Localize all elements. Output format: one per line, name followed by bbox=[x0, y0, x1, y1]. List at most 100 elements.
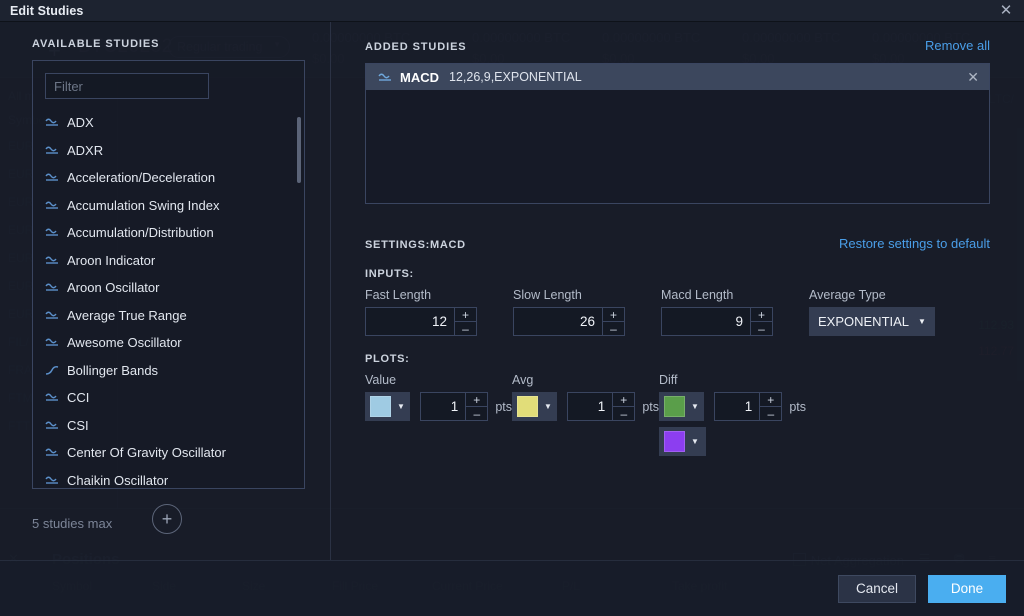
settings-title: SETTINGS:MACD bbox=[365, 239, 466, 251]
plot-diff-color-button[interactable]: ▼ bbox=[659, 392, 704, 421]
study-list-item[interactable]: CCI bbox=[45, 384, 304, 412]
added-study-row[interactable]: MACD 12,26,9,EXPONENTIAL ✕ bbox=[366, 64, 989, 90]
studies-max-note: 5 studies max bbox=[32, 516, 112, 531]
plot-value: Value ▼ 1 + – pts bbox=[365, 373, 512, 421]
close-icon[interactable]: ✕ bbox=[996, 1, 1016, 21]
available-studies-label: AVAILABLE STUDIES bbox=[32, 38, 330, 50]
slow-length-label: Slow Length bbox=[513, 288, 661, 302]
plot-avg-width-buttons: + – bbox=[612, 393, 634, 420]
wave-icon bbox=[45, 255, 67, 266]
cancel-button[interactable]: Cancel bbox=[838, 575, 916, 603]
plot-value-label: Value bbox=[365, 373, 512, 387]
wave-icon bbox=[45, 172, 67, 183]
study-list-item[interactable]: Aroon Indicator bbox=[45, 247, 304, 275]
plots-row: Value ▼ 1 + – pts bbox=[365, 373, 990, 456]
inputs-label: INPUTS: bbox=[365, 268, 990, 280]
fast-length-value[interactable]: 12 bbox=[366, 308, 454, 335]
plot-value-width-increment[interactable]: + bbox=[466, 393, 487, 407]
plot-diff-controls: ▼ 1 + – pts bbox=[659, 392, 806, 421]
plot-avg-width-stepper[interactable]: 1 + – bbox=[567, 392, 635, 421]
added-study-params: 12,26,9,EXPONENTIAL bbox=[449, 70, 582, 84]
plot-diff: Diff ▼ 1 + – pts bbox=[659, 373, 806, 456]
plot-diff-width-increment[interactable]: + bbox=[760, 393, 781, 407]
study-list-item[interactable]: Accumulation/Distribution bbox=[45, 219, 304, 247]
fast-length-decrement[interactable]: – bbox=[455, 322, 476, 335]
plot-diff-width[interactable]: 1 bbox=[715, 393, 759, 420]
dialog-footer: Cancel Done bbox=[0, 560, 1024, 616]
settings-header: SETTINGS:MACD Restore settings to defaul… bbox=[365, 236, 990, 251]
plot-value-width-stepper[interactable]: 1 + – bbox=[420, 392, 488, 421]
input-average-type: Average Type EXPONENTIAL ▼ bbox=[809, 288, 957, 336]
study-list-item[interactable]: Accumulation Swing Index bbox=[45, 192, 304, 220]
plot-avg-width-decrement[interactable]: – bbox=[613, 407, 634, 420]
plot-value-width-buttons: + – bbox=[465, 393, 487, 420]
study-list-item[interactable]: ADX bbox=[45, 109, 304, 137]
study-list-item[interactable]: Chaikin Oscillator bbox=[45, 467, 304, 489]
macd-length-decrement[interactable]: – bbox=[751, 322, 772, 335]
plot-diff-label: Diff bbox=[659, 373, 806, 387]
added-studies-box: MACD 12,26,9,EXPONENTIAL ✕ bbox=[365, 63, 990, 204]
chevron-down-icon: ▼ bbox=[691, 402, 699, 411]
plot-avg-color-button[interactable]: ▼ bbox=[512, 392, 557, 421]
added-studies-header: ADDED STUDIES Remove all bbox=[365, 38, 990, 53]
average-type-label: Average Type bbox=[809, 288, 957, 302]
remove-study-icon[interactable]: ✕ bbox=[967, 69, 979, 86]
slow-length-stepper[interactable]: 26 + – bbox=[513, 307, 625, 336]
studies-scrollbar-thumb[interactable] bbox=[297, 117, 301, 183]
restore-defaults-button[interactable]: Restore settings to default bbox=[839, 236, 990, 251]
study-list-item[interactable]: ADXR bbox=[45, 137, 304, 165]
filter-input[interactable] bbox=[45, 73, 209, 99]
slow-length-value[interactable]: 26 bbox=[514, 308, 602, 335]
plot-diff-width-decrement[interactable]: – bbox=[760, 407, 781, 420]
plot-diff-units: pts bbox=[789, 400, 806, 414]
chevron-down-icon: ▼ bbox=[691, 437, 699, 446]
plot-avg-width[interactable]: 1 bbox=[568, 393, 612, 420]
study-list-item[interactable]: Aroon Oscillator bbox=[45, 274, 304, 302]
slow-length-increment[interactable]: + bbox=[603, 308, 624, 322]
plot-value-color-button[interactable]: ▼ bbox=[365, 392, 410, 421]
plot-value-width-decrement[interactable]: – bbox=[466, 407, 487, 420]
study-list-item[interactable]: Bollinger Bands bbox=[45, 357, 304, 385]
done-button[interactable]: Done bbox=[928, 575, 1006, 603]
add-study-button[interactable]: + bbox=[152, 504, 182, 534]
average-type-select[interactable]: EXPONENTIAL ▼ bbox=[809, 307, 935, 336]
plot-value-swatch bbox=[370, 396, 391, 417]
fast-length-stepper[interactable]: 12 + – bbox=[365, 307, 477, 336]
plot-diff-secondary-color-button[interactable]: ▼ bbox=[659, 427, 706, 456]
macd-length-stepper[interactable]: 9 + – bbox=[661, 307, 773, 336]
plot-value-width[interactable]: 1 bbox=[421, 393, 465, 420]
plots-label: PLOTS: bbox=[365, 353, 990, 365]
macd-length-increment[interactable]: + bbox=[751, 308, 772, 322]
study-list-item[interactable]: CSI bbox=[45, 412, 304, 440]
study-list-item-label: Awesome Oscillator bbox=[67, 335, 182, 350]
wave-icon bbox=[45, 392, 67, 403]
plot-avg-controls: ▼ 1 + – pts bbox=[512, 392, 659, 421]
study-list-item[interactable]: Acceleration/Deceleration bbox=[45, 164, 304, 192]
added-studies-panel: ADDED STUDIES Remove all MACD 12,26,9,EX… bbox=[331, 22, 1024, 560]
available-studies-footer: 5 studies max + bbox=[0, 501, 330, 545]
plot-avg-label: Avg bbox=[512, 373, 659, 387]
fast-length-increment[interactable]: + bbox=[455, 308, 476, 322]
studies-scrollbar-track[interactable] bbox=[297, 115, 301, 482]
dialog-titlebar: Edit Studies ✕ bbox=[0, 0, 1024, 22]
plot-diff-width-stepper[interactable]: 1 + – bbox=[714, 392, 782, 421]
chevron-down-icon: ▼ bbox=[544, 402, 552, 411]
plot-value-units: pts bbox=[495, 400, 512, 414]
added-study-name: MACD bbox=[400, 70, 439, 85]
remove-all-button[interactable]: Remove all bbox=[925, 38, 990, 53]
plot-avg-width-increment[interactable]: + bbox=[613, 393, 634, 407]
study-list-item-label: Chaikin Oscillator bbox=[67, 473, 168, 488]
wave-icon bbox=[45, 447, 67, 458]
slow-length-decrement[interactable]: – bbox=[603, 322, 624, 335]
study-list-item[interactable]: Awesome Oscillator bbox=[45, 329, 304, 357]
wave-icon bbox=[45, 282, 67, 293]
available-studies-list[interactable]: ADXADXRAcceleration/DecelerationAccumula… bbox=[33, 109, 304, 488]
available-studies-box: ADXADXRAcceleration/DecelerationAccumula… bbox=[32, 60, 305, 489]
macd-length-value[interactable]: 9 bbox=[662, 308, 750, 335]
wave-icon bbox=[45, 227, 67, 238]
study-list-item-label: Bollinger Bands bbox=[67, 363, 158, 378]
study-list-item-label: Aroon Oscillator bbox=[67, 280, 159, 295]
study-list-item[interactable]: Average True Range bbox=[45, 302, 304, 330]
plot-diff-width-buttons: + – bbox=[759, 393, 781, 420]
study-list-item[interactable]: Center Of Gravity Oscillator bbox=[45, 439, 304, 467]
